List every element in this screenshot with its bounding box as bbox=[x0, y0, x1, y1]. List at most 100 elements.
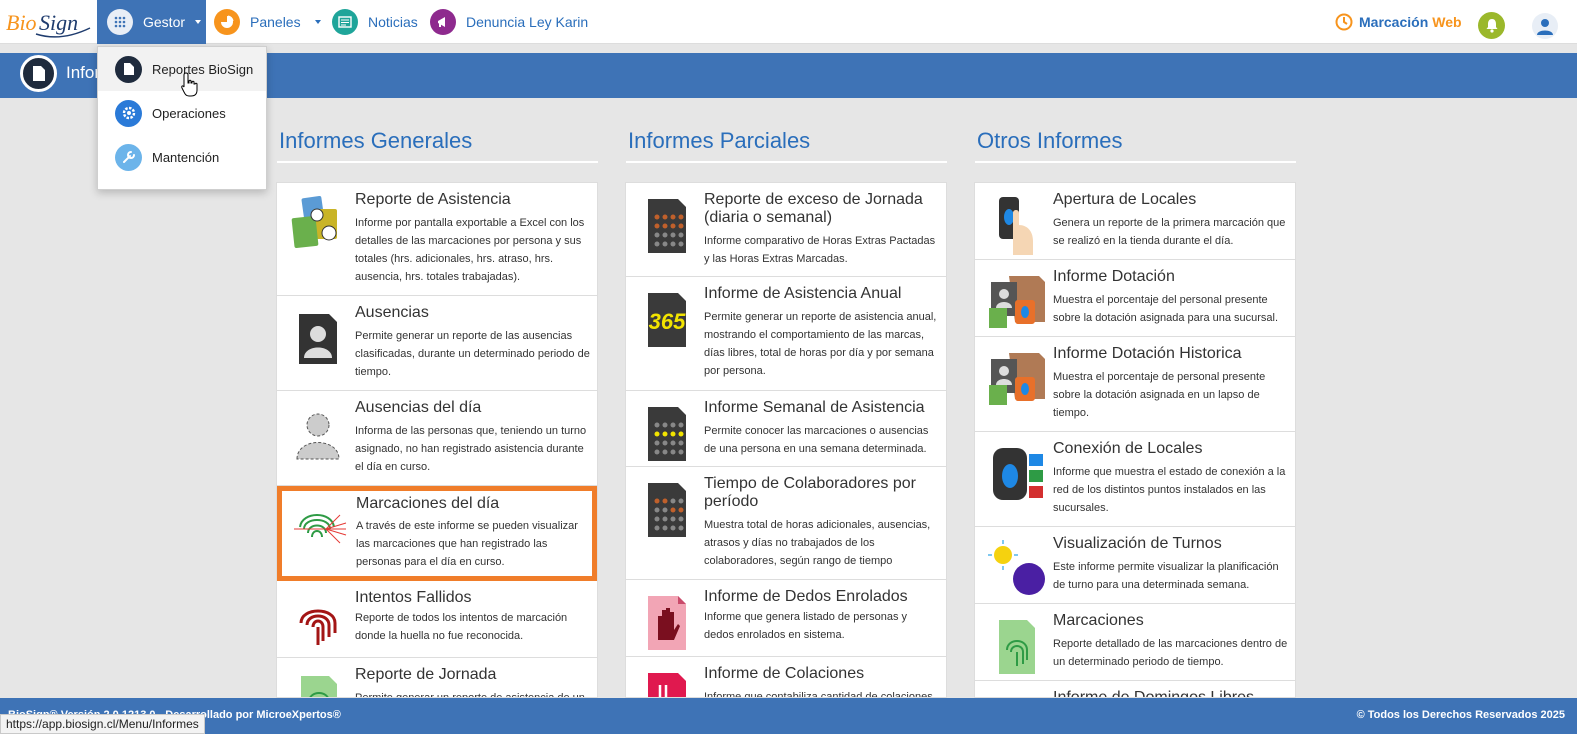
card-reporte-jornada[interactable]: Reporte de Jornada Permite generar un re… bbox=[277, 658, 597, 698]
column-title-parciales: Informes Parciales bbox=[628, 128, 811, 153]
marcacion-web-link[interactable]: Marcación Web bbox=[1335, 0, 1462, 44]
megaphone-icon bbox=[430, 9, 456, 35]
card-domingos-libres[interactable]: Informe de Domingos Libres bbox=[975, 681, 1295, 698]
card-description: Informe que genera listado de personas y… bbox=[704, 611, 908, 641]
list-informes-generales: Reporte de Asistencia Informe por pantal… bbox=[276, 182, 598, 698]
document-icon bbox=[115, 55, 142, 83]
card-description: Permite generar un reporte de asistencia… bbox=[355, 692, 585, 698]
divider bbox=[626, 161, 947, 163]
chevron-down-icon bbox=[314, 20, 321, 24]
calculator-icon bbox=[638, 479, 698, 539]
column-title-generales: Informes Generales bbox=[279, 128, 473, 153]
staffing-icon bbox=[987, 272, 1047, 332]
card-visualizacion-turnos[interactable]: Visualización de Turnos Este informe per… bbox=[975, 527, 1295, 604]
user-avatar-icon[interactable] bbox=[1532, 13, 1558, 39]
logo-text-bio: Bio bbox=[6, 10, 37, 35]
top-navbar: Bio Sign Gestor Paneles Noticias Denunci… bbox=[0, 0, 1577, 44]
card-reporte-asistencia[interactable]: Reporte de Asistencia Informe por pantal… bbox=[277, 183, 597, 296]
card-ausencias-del-dia[interactable]: Ausencias del día Informa de las persona… bbox=[277, 391, 597, 486]
newspaper-icon bbox=[332, 9, 358, 35]
card-title: Informe Semanal de Asistencia bbox=[704, 399, 925, 416]
nav-noticias[interactable]: Noticias bbox=[332, 0, 418, 44]
card-title: Visualización de Turnos bbox=[1053, 535, 1222, 552]
icon-365-text: 365 bbox=[649, 309, 686, 334]
page-title: Infor bbox=[66, 63, 101, 82]
logo-text-sign: Sign bbox=[39, 10, 78, 35]
utensils-file-icon bbox=[638, 669, 698, 697]
nav-karin-label: Denuncia Ley Karin bbox=[466, 14, 589, 30]
card-asistencia-anual[interactable]: 365 Informe de Asistencia Anual Permite … bbox=[626, 277, 946, 391]
calculator-icon bbox=[638, 195, 698, 255]
gear-icon bbox=[115, 99, 142, 127]
menu-item-mantencion[interactable]: Mantención bbox=[98, 135, 266, 179]
card-intentos-fallidos[interactable]: Intentos Fallidos Reporte de todos los i… bbox=[277, 581, 597, 658]
divider bbox=[277, 161, 598, 163]
card-title: Reporte de Jornada bbox=[355, 666, 497, 683]
card-title: Tiempo de Colaboradores por período bbox=[704, 475, 916, 510]
card-ausencias[interactable]: Ausencias Permite generar un reporte de … bbox=[277, 296, 597, 391]
menu-item-label: Mantención bbox=[152, 149, 220, 165]
card-description: Este informe permite visualizar la plani… bbox=[1053, 561, 1279, 591]
card-description: Informe comparativo de Horas Extras Pact… bbox=[704, 235, 936, 265]
card-description: Permite generar un reporte de asistencia… bbox=[704, 311, 937, 377]
staffing-history-icon bbox=[987, 349, 1047, 409]
card-title: Marcaciones bbox=[1053, 612, 1144, 629]
card-dotacion-historica[interactable]: Informe Dotación Historica Muestra el po… bbox=[975, 337, 1295, 432]
nav-paneles-label: Paneles bbox=[250, 14, 301, 30]
card-description: Muestra el porcentaje del personal prese… bbox=[1053, 294, 1279, 324]
card-colaciones[interactable]: Informe de Colaciones Informe que contab… bbox=[626, 657, 946, 698]
card-title: Informe de Domingos Libres bbox=[1053, 689, 1254, 698]
nav-paneles[interactable]: Paneles bbox=[214, 0, 321, 44]
card-description: A través de este informe se pueden visua… bbox=[356, 520, 578, 568]
nav-noticias-label: Noticias bbox=[368, 14, 418, 30]
marcacion-label: Marcación bbox=[1359, 14, 1429, 30]
person-outline-icon bbox=[289, 403, 349, 463]
biosign-logo[interactable]: Bio Sign bbox=[6, 6, 92, 40]
card-title: Informe de Asistencia Anual bbox=[704, 285, 902, 302]
footer: BioSign® Versión 2.0.1213.0 - Desarrolla… bbox=[0, 698, 1577, 734]
calculator-icon bbox=[638, 403, 698, 463]
card-title: Informe Dotación bbox=[1053, 268, 1175, 285]
card-description: Informe por pantalla exportable a Excel … bbox=[355, 217, 585, 283]
card-description: Permite conocer las marcaciones o ausenc… bbox=[704, 425, 929, 455]
calendar-365-icon: 365 bbox=[638, 289, 698, 349]
hand-cursor-icon bbox=[181, 72, 198, 97]
card-marcaciones-del-dia[interactable]: Marcaciones del día A través de este inf… bbox=[277, 486, 597, 581]
card-tiempo-colaboradores[interactable]: Tiempo de Colaboradores por período Mues… bbox=[626, 467, 946, 580]
web-label: Web bbox=[1432, 14, 1462, 30]
fingerprint-file-icon bbox=[987, 616, 1047, 676]
footer-copyright: © Todos los Derechos Reservados 2025 bbox=[1356, 709, 1565, 721]
fingerprint-laser-icon bbox=[290, 499, 350, 559]
card-description: Muestra el porcentaje de personal presen… bbox=[1053, 371, 1266, 419]
card-title: Informe de Dedos Enrolados bbox=[704, 588, 908, 605]
card-apertura-locales[interactable]: Apertura de Locales Genera un reporte de… bbox=[975, 183, 1295, 260]
card-title: Informe de Colaciones bbox=[704, 665, 865, 682]
fingerprint-file-icon bbox=[289, 670, 349, 697]
nav-gestor[interactable]: Gestor bbox=[97, 0, 206, 44]
menu-item-label: Reportes BioSign bbox=[152, 61, 254, 77]
column-title-otros: Otros Informes bbox=[977, 128, 1123, 153]
chevron-down-icon bbox=[195, 20, 202, 24]
card-informe-dotacion[interactable]: Informe Dotación Muestra el porcentaje d… bbox=[975, 260, 1295, 337]
notifications-bell-icon[interactable] bbox=[1478, 12, 1505, 39]
card-semanal-asistencia[interactable]: Informe Semanal de Asistencia Permite co… bbox=[626, 391, 946, 467]
card-dedos-enrolados[interactable]: Informe de Dedos Enrolados Informe que g… bbox=[626, 580, 946, 657]
card-marcaciones[interactable]: Marcaciones Reporte detallado de las mar… bbox=[975, 604, 1295, 681]
device-status-icon bbox=[987, 444, 1047, 504]
card-description: Reporte detallado de las marcaciones den… bbox=[1053, 638, 1288, 668]
card-title: Informe Dotación Historica bbox=[1053, 345, 1242, 362]
card-title: Intentos Fallidos bbox=[355, 589, 472, 606]
card-conexion-locales[interactable]: Conexión de Locales Informe que muestra … bbox=[975, 432, 1295, 527]
card-title: Conexión de Locales bbox=[1053, 440, 1203, 457]
card-description: Informe que contabiliza cantidad de cola… bbox=[704, 691, 933, 698]
card-description: Reporte de todos los intentos de marcaci… bbox=[355, 612, 568, 642]
nav-gestor-label: Gestor bbox=[143, 14, 186, 30]
card-exceso-jornada[interactable]: Reporte de exceso de Jornada (diaria o s… bbox=[626, 183, 946, 277]
pie-chart-icon bbox=[214, 9, 240, 35]
finger-device-icon bbox=[987, 195, 1047, 255]
document-icon bbox=[20, 55, 57, 92]
card-title: Ausencias del día bbox=[355, 399, 482, 416]
nav-denuncia-karin[interactable]: Denuncia Ley Karin bbox=[430, 0, 588, 44]
clock-icon bbox=[1335, 13, 1353, 31]
card-description: Genera un reporte de la primera marcació… bbox=[1053, 217, 1286, 247]
